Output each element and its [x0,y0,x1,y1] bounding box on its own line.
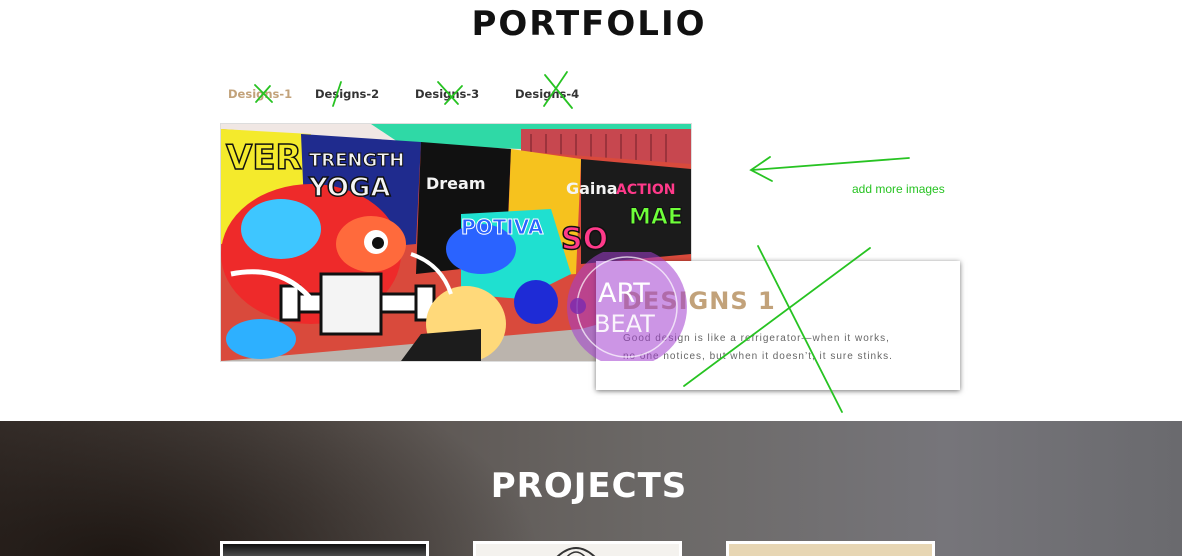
tab-designs-1[interactable]: Designs-1 [228,87,292,101]
projects-title: PROJECTS [490,466,688,506]
art-beat-logo: ART BEAT [567,252,687,361]
logo-text-art: ART [598,278,650,309]
tab-designs-3[interactable]: Designs-3 [415,87,479,101]
portfolio-title: PORTFOLIO [471,4,707,44]
projects-section: PROJECTS [0,421,1182,556]
project-thumbnail-1[interactable] [220,541,429,556]
tab-designs-2[interactable]: Designs-2 [315,87,379,101]
logo-text-beat: BEAT [594,310,655,338]
svg-text:Gaina: Gaina [566,179,618,198]
annotation-note: add more images [852,182,945,196]
portfolio-tabs: Designs-1 Designs-2 Designs-3 Designs-4 [0,87,700,107]
svg-text:VER: VER [226,138,302,178]
tab-designs-4[interactable]: Designs-4 [515,87,579,101]
svg-text:TRENGTH: TRENGTH [309,150,404,171]
svg-text:ACTION: ACTION [616,182,676,198]
svg-text:POTIVA: POTIVA [461,215,544,239]
svg-text:MAE: MAE [629,205,683,230]
svg-text:Dream: Dream [426,174,486,193]
project-thumbnail-3[interactable] [726,541,935,556]
project-thumbnail-2[interactable] [473,541,682,556]
thumbnail-ornament-icon [556,547,596,556]
svg-text:YOGA: YOGA [308,173,390,203]
